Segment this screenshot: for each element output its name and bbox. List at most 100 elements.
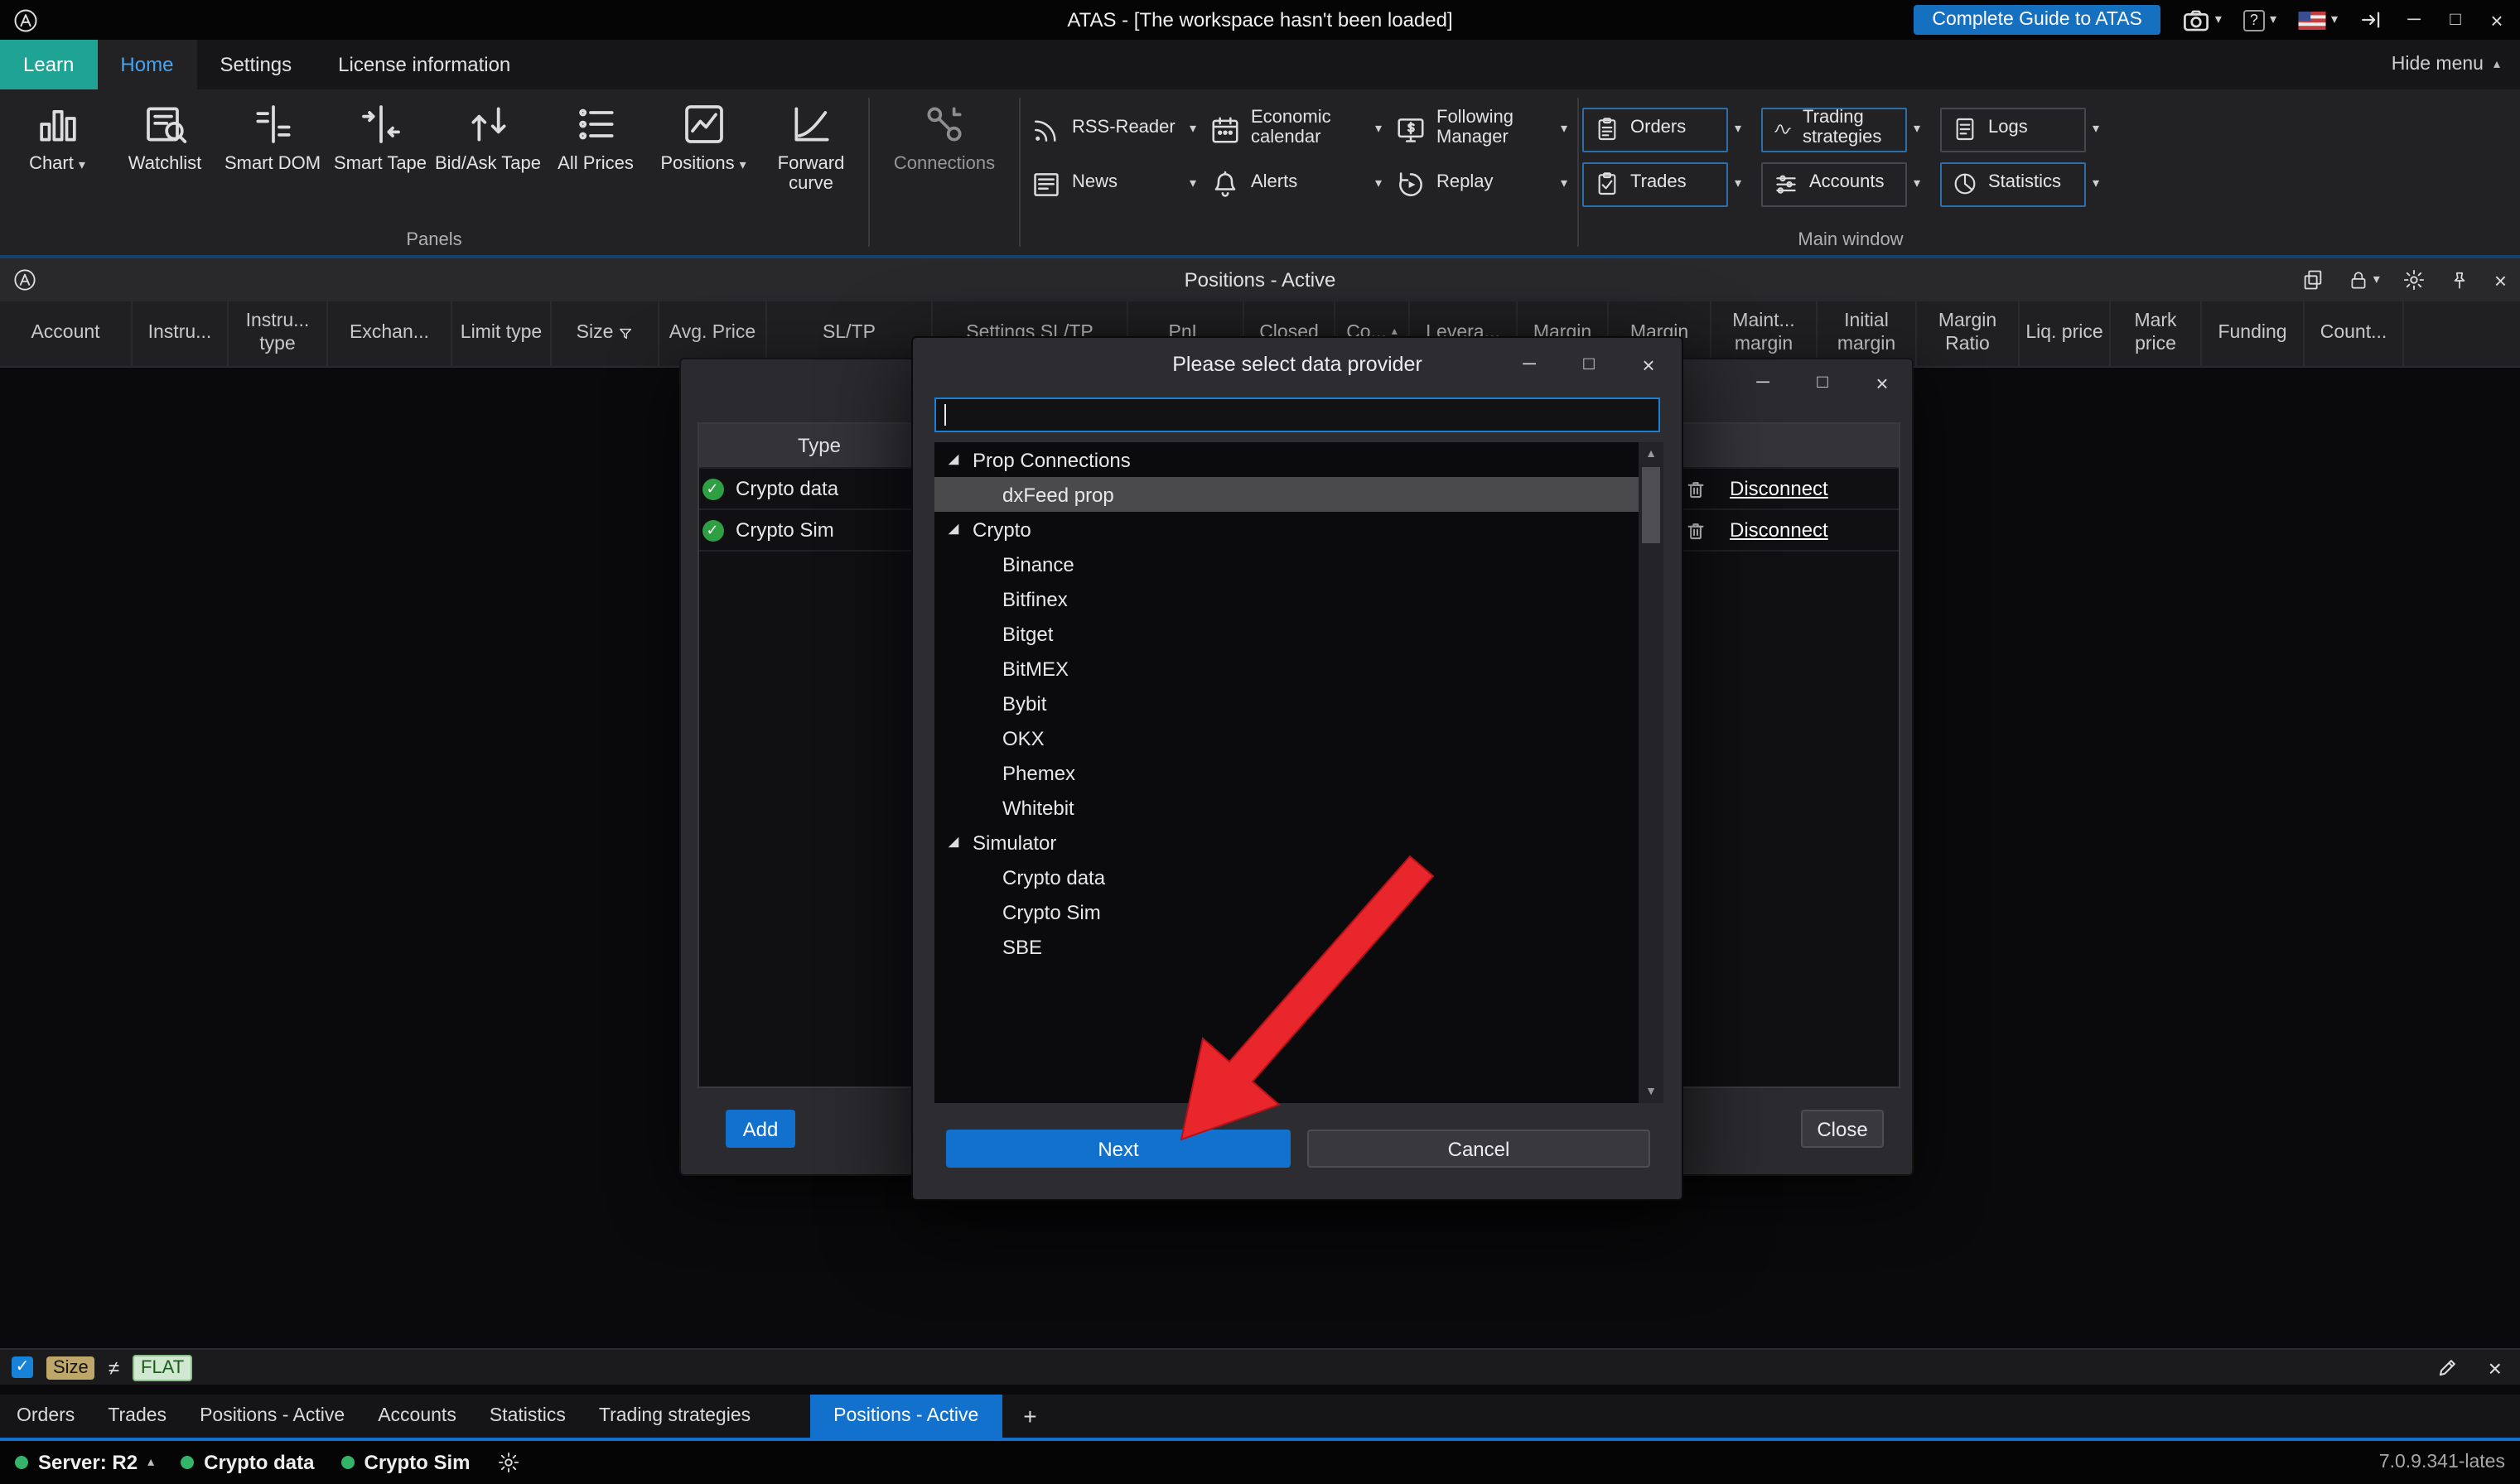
ribbon-item-following-manager[interactable]: Following Manager ▾ [1388, 104, 1574, 154]
ribbon-item-statistics[interactable]: Statistics [1940, 161, 2086, 206]
trash-icon[interactable] [1684, 478, 1706, 499]
ribbon-item-trades[interactable]: Trades [1582, 161, 1728, 206]
ribbon-item-connections[interactable]: Connections [873, 89, 1016, 175]
next-button[interactable]: Next [946, 1130, 1291, 1168]
ribbon-item-positions[interactable]: Positions▾ [649, 89, 757, 195]
tree-item-sbe[interactable]: SBE [934, 929, 1663, 964]
ribbon-item-accounts[interactable]: Accounts [1761, 161, 1907, 206]
column-header-initial-margin[interactable]: Initial margin [1818, 301, 1917, 366]
collapse-window-button[interactable] [2359, 8, 2382, 31]
tree-group-prop-connections[interactable]: Prop Connections [934, 442, 1663, 477]
ribbon-item-chart[interactable]: Chart▾ [3, 89, 111, 195]
tree-item-whitebit[interactable]: Whitebit [934, 790, 1663, 825]
ribbon-item-orders[interactable]: Orders [1582, 107, 1728, 152]
provider-minimize-button[interactable]: ─ [1519, 355, 1539, 373]
disconnect-link-crypto-sim[interactable]: Disconnect [1730, 518, 1828, 542]
tree-item-crypto-sim[interactable]: Crypto Sim [934, 894, 1663, 929]
column-header-limit-type[interactable]: Limit type [452, 301, 552, 366]
caret-down-icon[interactable]: ▾ [1914, 123, 1920, 136]
screenshot-button[interactable]: ▾ [2182, 6, 2222, 34]
tree-group-crypto[interactable]: Crypto [934, 512, 1663, 547]
column-header-liq-price[interactable]: Liq. price [2020, 301, 2111, 366]
caret-down-icon[interactable]: ▾ [1914, 177, 1920, 190]
bottom-tab-trades[interactable]: Trades [91, 1395, 183, 1438]
column-header-avg-price[interactable]: Avg. Price [659, 301, 767, 366]
bottom-tab-positions-active[interactable]: Positions - Active [183, 1395, 361, 1438]
column-header-sltp[interactable]: SL/TP [767, 301, 933, 366]
filter-value-badge[interactable]: FLAT [133, 1354, 192, 1380]
tab-settings[interactable]: Settings [196, 40, 315, 89]
scroll-down-button[interactable]: ▼ [1639, 1080, 1663, 1103]
tree-item-crypto-data[interactable]: Crypto data [934, 860, 1663, 894]
caret-down-icon[interactable]: ▾ [1735, 177, 1741, 190]
bottom-tab-statistics[interactable]: Statistics [473, 1395, 582, 1438]
tree-item-dxfeed-prop[interactable]: dxFeed prop [934, 477, 1663, 512]
column-header-account[interactable]: Account [0, 301, 133, 366]
tree-item-bitget[interactable]: Bitget [934, 616, 1663, 651]
bottom-tab-positions-active-selected[interactable]: Positions - Active [810, 1395, 1002, 1438]
ribbon-item-smart-tape[interactable]: Smart Tape [326, 89, 434, 195]
caret-down-icon[interactable]: ▾ [2093, 177, 2099, 190]
caret-down-icon[interactable]: ▾ [1735, 123, 1741, 136]
column-header-margin-ratio[interactable]: Margin Ratio [1917, 301, 2020, 366]
bottom-tab-trading-strategies[interactable]: Trading strategies [582, 1395, 767, 1438]
column-header-instrument[interactable]: Instru... [133, 301, 229, 366]
edit-filter-icon[interactable] [2437, 1356, 2459, 1378]
ribbon-item-replay[interactable]: Replay ▾ [1388, 159, 1574, 209]
tab-license-information[interactable]: License information [315, 40, 533, 89]
complete-guide-button[interactable]: Complete Guide to ATAS [1914, 5, 2160, 35]
panel-settings-button[interactable] [2403, 268, 2426, 292]
ribbon-item-watchlist[interactable]: Watchlist [111, 89, 219, 195]
column-header-count[interactable]: Count... [2305, 301, 2404, 366]
duplicate-panel-button[interactable] [2302, 268, 2325, 292]
lock-panel-button[interactable]: ▾ [2349, 269, 2380, 291]
scroll-up-button[interactable]: ▲ [1639, 442, 1663, 465]
connection-status-crypto-sim[interactable]: Crypto Sim [341, 1451, 471, 1474]
clear-filter-button[interactable]: × [2489, 1354, 2502, 1380]
bottom-tab-orders[interactable]: Orders [0, 1395, 91, 1438]
connection-settings-button[interactable] [497, 1451, 520, 1474]
connections-minimize-button[interactable]: ─ [1753, 373, 1773, 394]
column-header-maint-margin[interactable]: Maint... margin [1711, 301, 1818, 366]
language-button[interactable]: ▾ [2298, 11, 2338, 29]
ribbon-item-forward-curve[interactable]: Forward curve [757, 89, 865, 195]
ribbon-item-news[interactable]: News ▾ [1024, 159, 1203, 209]
ribbon-item-rss-reader[interactable]: RSS-Reader ▾ [1024, 104, 1203, 154]
ribbon-item-bid-ask-tape[interactable]: Bid/Ask Tape [434, 89, 542, 195]
tab-home[interactable]: Home [97, 40, 196, 89]
column-header-funding[interactable]: Funding [2202, 301, 2305, 366]
close-connections-button[interactable]: Close [1801, 1110, 1884, 1148]
filter-field-badge[interactable]: Size [46, 1356, 95, 1379]
filter-operator[interactable]: ≠ [109, 1356, 119, 1379]
disconnect-link-crypto-data[interactable]: Disconnect [1730, 477, 1828, 500]
filter-checkbox[interactable]: ✓ [12, 1356, 33, 1378]
pin-panel-button[interactable] [2450, 269, 2471, 291]
close-panel-button[interactable]: × [2494, 267, 2507, 292]
tree-item-phemex[interactable]: Phemex [934, 755, 1663, 790]
provider-search-box[interactable] [934, 398, 1660, 432]
scroll-thumb[interactable] [1642, 467, 1660, 543]
tree-item-binance[interactable]: Binance [934, 547, 1663, 581]
close-button[interactable]: × [2487, 9, 2507, 31]
provider-maximize-button[interactable]: □ [1579, 355, 1599, 373]
connections-type-header[interactable]: Type [726, 424, 915, 467]
provider-search-input[interactable] [936, 399, 1658, 431]
column-header-size[interactable]: Size [552, 301, 659, 366]
ribbon-item-smart-dom[interactable]: Smart DOM [219, 89, 326, 195]
ribbon-item-economic-calendar[interactable]: Economic calendar ▾ [1203, 104, 1388, 154]
column-header-instrument-type[interactable]: Instru... type [229, 301, 328, 366]
ribbon-item-trading-strategies[interactable]: Trading strategies [1761, 107, 1907, 152]
trash-icon[interactable] [1684, 519, 1706, 541]
help-button[interactable]: ? ▾ [2243, 9, 2276, 31]
connections-close-button[interactable]: × [1872, 373, 1892, 394]
tree-item-bitmex[interactable]: BitMEX [934, 651, 1663, 686]
provider-close-button[interactable]: × [1639, 354, 1658, 375]
ribbon-item-alerts[interactable]: Alerts ▾ [1203, 159, 1388, 209]
ribbon-item-logs[interactable]: Logs [1940, 107, 2086, 152]
tree-scrollbar[interactable]: ▲ ▼ [1639, 442, 1663, 1103]
add-tab-button[interactable]: + [1002, 1395, 1058, 1438]
tree-item-bitfinex[interactable]: Bitfinex [934, 581, 1663, 616]
server-selector[interactable]: Server: R2 ▴ [15, 1451, 154, 1474]
column-header-mark-price[interactable]: Mark price [2111, 301, 2202, 366]
hide-menu-button[interactable]: Hide menu ▴ [2372, 40, 2520, 89]
